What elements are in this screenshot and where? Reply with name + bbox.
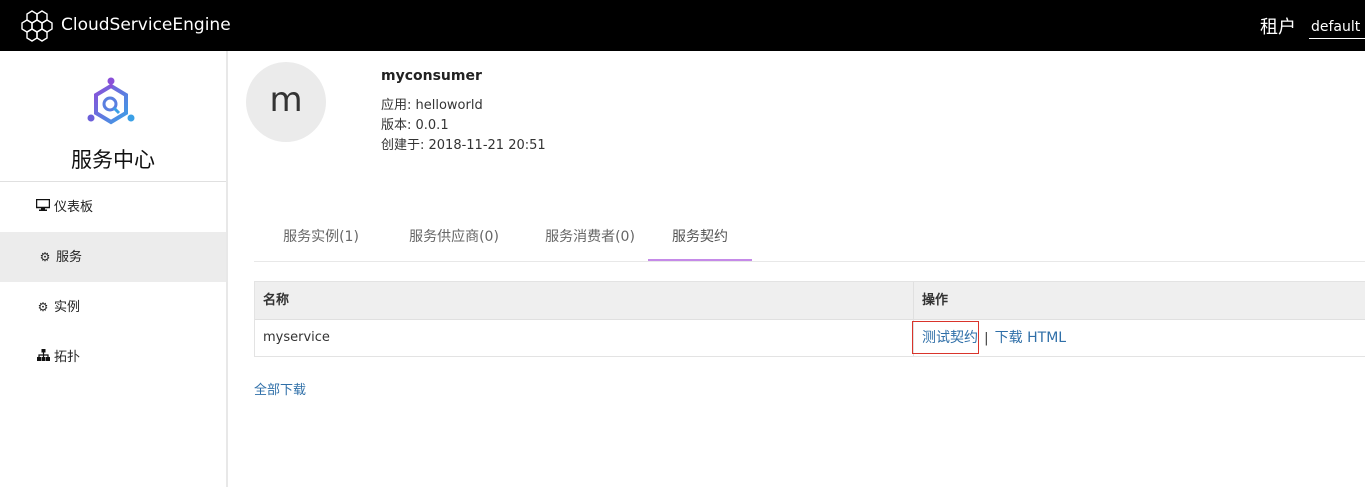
download-all-link[interactable]: 全部下载 [254, 379, 306, 398]
service-created: 创建于: 2018-11-21 20:51 [381, 138, 546, 153]
sidebar-item-label: 实例 [54, 300, 81, 315]
sidebar-item-label: 拓扑 [54, 350, 81, 365]
sidebar-item-label: 仪表板 [54, 200, 94, 215]
tab-instances[interactable]: 服务实例(1) [266, 220, 376, 259]
column-header-actions: 操作 [922, 293, 949, 308]
top-header: CloudServiceEngine 租户 default [0, 0, 1365, 51]
sidebar-item-services[interactable]: ⚙ 服务 [0, 232, 226, 282]
service-app: 应用: helloworld [381, 98, 483, 113]
table-row: myservice 测试契约 | 下载 HTML [255, 320, 1365, 356]
service-center-logo-icon [87, 77, 135, 125]
sidebar-item-instances[interactable]: ⚙ 实例 [0, 282, 226, 332]
app-brand[interactable]: CloudServiceEngine [61, 15, 231, 35]
sidebar-item-topology[interactable]: 拓扑 [0, 332, 226, 382]
service-version: 版本: 0.0.1 [381, 118, 449, 133]
column-divider [913, 282, 914, 319]
tab-contracts[interactable]: 服务契约 [648, 220, 752, 261]
tenant-label: 租户 [1260, 17, 1296, 38]
sitemap-icon [35, 332, 51, 382]
tenant-select[interactable]: default [1309, 15, 1365, 39]
monitor-icon [35, 182, 51, 232]
action-separator: | [984, 331, 989, 346]
contracts-table: 名称 操作 myservice 测试契约 | 下载 HTML [254, 281, 1365, 357]
tab-consumers[interactable]: 服务消费者(0) [524, 220, 656, 259]
tab-providers[interactable]: 服务供应商(0) [388, 220, 520, 259]
gear-icon: ⚙ [39, 250, 51, 264]
cogs-icon: ⚙ [37, 300, 49, 314]
service-avatar: m [246, 62, 326, 142]
hexagon-cluster-logo-icon [21, 10, 53, 42]
tab-bar: 服务实例(1) 服务供应商(0) 服务消费者(0) 服务契约 [254, 220, 1365, 262]
test-contract-link[interactable]: 测试契约 [922, 330, 978, 346]
sidebar-title: 服务中心 [71, 148, 155, 172]
sidebar-item-label: 服务 [56, 250, 83, 265]
sidebar: 服务中心 仪表板 ⚙ 服务 ⚙ 实例 拓扑 [0, 51, 228, 487]
service-name: myconsumer [381, 68, 482, 84]
download-html-link[interactable]: 下载 HTML [995, 330, 1066, 346]
column-header-name: 名称 [263, 293, 290, 308]
table-header: 名称 操作 [255, 282, 1365, 320]
sidebar-item-dashboard[interactable]: 仪表板 [0, 182, 226, 232]
service-name-cell: myservice [263, 330, 330, 345]
